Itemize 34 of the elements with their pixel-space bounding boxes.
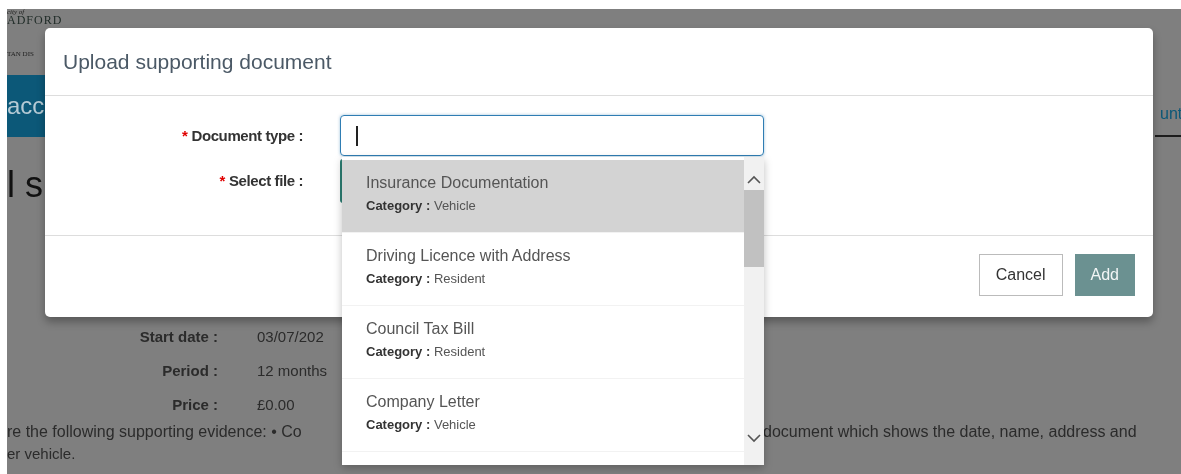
- detail-label: Start date :: [138, 327, 218, 347]
- option-title: Company Letter: [366, 393, 480, 411]
- chevron-up-icon[interactable]: [747, 175, 761, 184]
- detail-value: 12 months: [257, 361, 328, 381]
- cancel-button[interactable]: Cancel: [978, 253, 1063, 296]
- field-label: * Document type :: [181, 127, 303, 144]
- nav-label[interactable]: acc: [7, 92, 45, 120]
- dialog-title: Upload supporting document: [63, 49, 332, 74]
- dropdown-option[interactable]: Insurance Documentation Category : Vehicle: [342, 160, 744, 233]
- option-title: Insurance Documentation: [366, 174, 549, 192]
- document-type-field[interactable]: [340, 115, 764, 156]
- option-title: Driving Licence with Address: [366, 247, 571, 265]
- option-category: Category : Resident: [366, 344, 486, 359]
- option-title: Council Tax Bill: [366, 320, 475, 338]
- evidence-text: er vehicle.: [7, 444, 76, 464]
- text-cursor: [356, 125, 358, 146]
- option-category: Category : Vehicle: [366, 198, 476, 213]
- page-heading: l s: [7, 163, 43, 207]
- scrollbar-thumb[interactable]: [744, 190, 764, 267]
- dropdown-option[interactable]: Company Letter Category : Vehicle: [342, 379, 744, 452]
- detail-value: £0.00: [257, 395, 296, 415]
- logo-text: ADFORD: [7, 15, 63, 26]
- detail-value: 03/07/202: [257, 327, 325, 347]
- chevron-down-icon[interactable]: [747, 434, 761, 443]
- evidence-text: document which shows the date, name, address and: [763, 422, 1137, 442]
- evidence-text: re the following supporting evidence: • Co: [7, 422, 303, 442]
- detail-label: Price :: [171, 395, 218, 415]
- scrollbar[interactable]: [744, 157, 764, 465]
- detail-label: Period :: [161, 361, 218, 381]
- option-category: Category : Vehicle: [366, 417, 476, 432]
- option-category: Category : Resident: [366, 271, 486, 286]
- dropdown-option[interactable]: Council Tax Bill Category : Resident: [342, 306, 744, 379]
- field-label: * Select file :: [218, 172, 303, 189]
- dropdown-option[interactable]: Driving Licence with Address Category : Resident: [342, 233, 744, 306]
